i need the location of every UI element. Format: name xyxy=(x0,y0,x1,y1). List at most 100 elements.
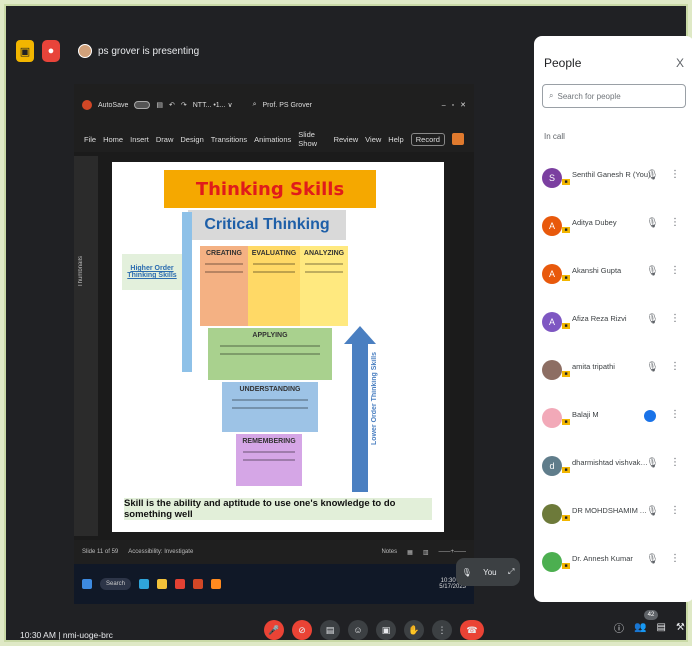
sorter-view-icon[interactable]: ▥ xyxy=(423,549,429,556)
menu-home[interactable]: Home xyxy=(103,135,123,144)
host-badge-icon: ■ xyxy=(562,227,570,233)
minimize-icon[interactable]: – xyxy=(442,102,446,109)
understanding-box: UNDERSTANDING xyxy=(222,382,318,432)
edge-icon[interactable] xyxy=(139,579,150,589)
chrome-icon[interactable] xyxy=(175,579,186,589)
taskbar-search[interactable]: Search xyxy=(100,578,132,590)
camera-button[interactable]: ⊘ xyxy=(292,620,312,640)
menu-insert[interactable]: Insert xyxy=(130,135,149,144)
participant-more-icon[interactable]: ⋮ xyxy=(670,217,680,228)
slide-canvas: Thinking Skills Critical Thinking Higher… xyxy=(112,162,444,532)
zoom-slider[interactable]: ——+—— xyxy=(438,549,466,555)
participant-more-icon[interactable]: ⋮ xyxy=(670,409,680,420)
participant-row[interactable]: ■DR MOHDSHAMIM ANSA...🎙 ⋮ xyxy=(534,490,692,538)
start-icon[interactable] xyxy=(82,579,92,589)
leave-call-button[interactable]: ☎ xyxy=(460,620,484,640)
mic-muted-icon: 🎙 xyxy=(646,314,659,325)
in-call-heading: In call xyxy=(544,132,565,141)
participant-name: Senthil Ganesh R (You) xyxy=(572,169,651,179)
participant-row[interactable]: A ■ Akanshi Gupta 🎙 ⋮ xyxy=(534,250,692,298)
people-search-input[interactable]: ⌕ Search for people xyxy=(542,84,686,108)
participant-more-icon[interactable]: ⋮ xyxy=(670,265,680,276)
mic-muted-icon: 🎙 xyxy=(646,170,659,181)
search-icon: ⌕ xyxy=(549,91,554,100)
participant-row[interactable]: ■ amita tripathi 🎙 ⋮ xyxy=(534,346,692,394)
participant-more-icon[interactable]: ⋮ xyxy=(670,457,680,468)
participant-more-icon[interactable]: ⋮ xyxy=(670,313,680,324)
present-indicator-icon[interactable]: ▣ xyxy=(16,40,34,62)
chat-icon[interactable]: ▤ xyxy=(656,622,665,633)
captions-button[interactable]: ▤ xyxy=(320,620,340,640)
record-button[interactable]: Record xyxy=(410,132,445,146)
participant-list: S ■ Senthil Ganesh R (You) 🎙 ⋮ A ■ Aditya Dubey… xyxy=(534,154,692,586)
present-button[interactable]: ▣ xyxy=(376,620,396,640)
emoji-button[interactable]: ☺ xyxy=(348,620,368,640)
share-button[interactable] xyxy=(451,133,464,145)
menu-file[interactable]: File xyxy=(84,135,96,144)
host-badge-icon: ■ xyxy=(562,323,570,329)
user-name[interactable]: Prof. PS Grover xyxy=(263,102,312,109)
firefox-icon[interactable] xyxy=(211,579,222,589)
host-badge-icon: ■ xyxy=(562,515,570,521)
ppt-titlebar: AutoSave ▤ ↶ ↷ NTT... •1... ∨ ⌕ Prof. PS… xyxy=(74,84,474,126)
powerpoint-icon xyxy=(82,100,92,110)
menu-transitions[interactable]: Transitions xyxy=(211,135,247,144)
participant-row[interactable]: ■ Dr. Annesh Kumar 🎙 ⋮ xyxy=(534,538,692,586)
people-panel: People X ⌕ Search for people In call S ■ S… xyxy=(534,36,692,602)
shared-screen: AutoSave ▤ ↶ ↷ NTT... •1... ∨ ⌕ Prof. PS… xyxy=(74,84,474,604)
file-name[interactable]: NTT... •1... ∨ xyxy=(193,101,233,109)
mic-muted-icon: 🎙 xyxy=(646,266,659,277)
participant-more-icon[interactable]: ⋮ xyxy=(670,505,680,516)
mic-button[interactable]: 🎤 xyxy=(264,620,284,640)
participant-name: DR MOHDSHAMIM ANSA... xyxy=(572,505,652,515)
bracket-bar xyxy=(182,212,192,372)
ppt-taskbar-icon[interactable] xyxy=(193,579,204,589)
mic-muted-icon: 🎙 xyxy=(646,506,659,517)
menu-animations[interactable]: Animations xyxy=(254,135,291,144)
meeting-info: 10:30 AM | nmi-uoge-brc xyxy=(20,630,113,640)
participant-more-icon[interactable]: ⋮ xyxy=(670,553,680,564)
self-view-tile[interactable]: 🎙 You ⤢ xyxy=(456,558,520,586)
close-panel-button[interactable]: X xyxy=(676,56,684,70)
restore-icon[interactable]: ▫ xyxy=(452,102,454,109)
close-icon[interactable]: ✕ xyxy=(460,101,466,109)
info-icon[interactable]: ⓘ xyxy=(614,620,624,635)
participant-avatar xyxy=(542,408,562,428)
participant-row[interactable]: ■ Balaji M ⋮ xyxy=(534,394,692,442)
redo-icon[interactable]: ↷ xyxy=(181,101,187,109)
raise-hand-button[interactable]: ✋ xyxy=(404,620,424,640)
participant-row[interactable]: S ■ Senthil Ganesh R (You) 🎙 ⋮ xyxy=(534,154,692,202)
participant-row[interactable]: d ■ dharmishtad vishvakarma 🎙 ⋮ xyxy=(534,442,692,490)
participant-avatar: d xyxy=(542,456,562,476)
mic-off-icon: 🎙 xyxy=(461,567,472,577)
search-icon[interactable]: ⌕ xyxy=(253,101,257,109)
meet-window: ▣ ● ps grover is presenting AutoSave ▤ ↶… xyxy=(4,4,692,642)
menu-design[interactable]: Design xyxy=(180,135,203,144)
normal-view-icon[interactable]: ▦ xyxy=(407,549,413,556)
menu-draw[interactable]: Draw xyxy=(156,135,174,144)
mic-muted-icon: 🎙 xyxy=(646,458,659,469)
menu-help[interactable]: Help xyxy=(388,135,403,144)
explorer-icon[interactable] xyxy=(157,579,168,589)
notes-button[interactable]: Notes xyxy=(381,549,397,555)
menu-slideshow[interactable]: Slide Show xyxy=(298,130,326,148)
save-icon[interactable]: ▤ xyxy=(156,101,163,109)
menu-review[interactable]: Review xyxy=(334,135,359,144)
expand-icon[interactable]: ⤢ xyxy=(508,567,514,577)
menu-view[interactable]: View xyxy=(365,135,381,144)
participant-more-icon[interactable]: ⋮ xyxy=(670,361,680,372)
thumbnail-strip[interactable]: Thumbnails xyxy=(74,156,98,536)
participant-name: amita tripathi xyxy=(572,361,615,371)
accessibility-status[interactable]: Accessibility: Investigate xyxy=(128,549,193,555)
participant-more-icon[interactable]: ⋮ xyxy=(670,169,680,180)
undo-icon[interactable]: ↶ xyxy=(169,101,175,109)
people-icon[interactable]: 👥 xyxy=(634,622,646,633)
more-options-button[interactable]: ⋮ xyxy=(432,620,452,640)
record-indicator-icon[interactable]: ● xyxy=(42,40,60,62)
activities-icon[interactable]: ⚒ xyxy=(676,622,685,633)
participant-row[interactable]: A ■ Aditya Dubey 🎙 ⋮ xyxy=(534,202,692,250)
autosave-label: AutoSave xyxy=(98,101,129,109)
participant-avatar: A xyxy=(542,312,562,332)
participant-row[interactable]: A ■ Afiza Reza Rizvi 🎙 ⋮ xyxy=(534,298,692,346)
autosave-toggle[interactable] xyxy=(134,101,151,109)
